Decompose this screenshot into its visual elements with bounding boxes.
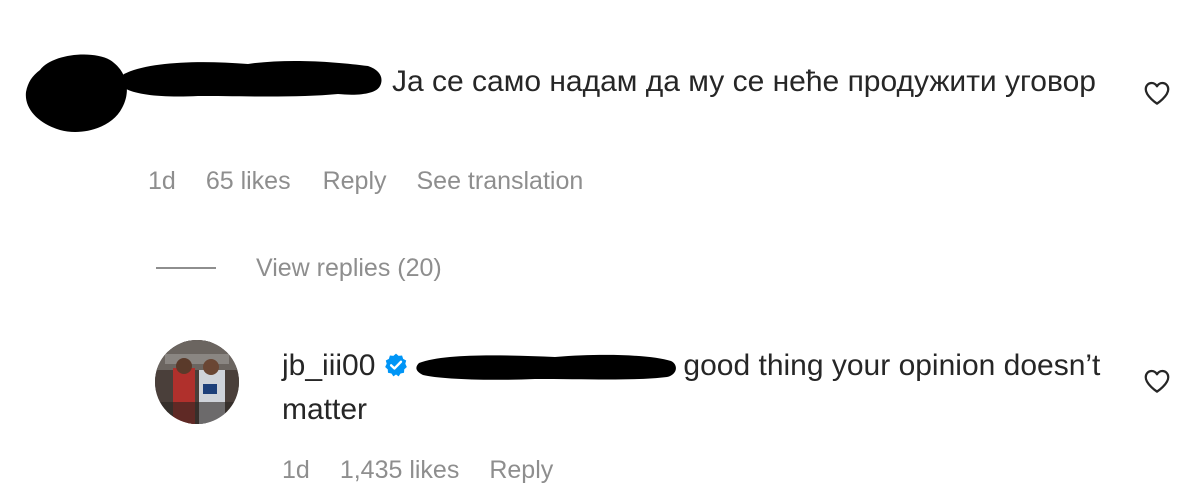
comment-text: Ја се само надам да му се неће продужити… — [392, 65, 1096, 98]
reply-button[interactable]: Reply — [489, 456, 553, 485]
avatar[interactable] — [155, 340, 239, 424]
comment-likes[interactable]: 65 likes — [206, 167, 291, 196]
comment-time: 1d — [282, 455, 310, 484]
view-replies-label: View replies (20) — [256, 253, 442, 282]
reply-comment-meta: 1d 1,435 likes Reply — [282, 452, 583, 488]
comment-likes[interactable]: 1,435 likes — [340, 456, 460, 485]
comment-time: 1d — [148, 166, 176, 195]
view-replies-button[interactable]: View replies (20) — [156, 250, 442, 286]
username-link[interactable]: jb_iii00 — [282, 349, 375, 382]
replies-divider-line — [156, 267, 216, 269]
comment-meta: 1d 65 likes Reply See translation — [148, 163, 613, 199]
like-heart-icon[interactable] — [1142, 78, 1172, 108]
like-heart-icon[interactable] — [1142, 366, 1172, 396]
reply-button[interactable]: Reply — [323, 167, 387, 196]
verified-badge-icon — [385, 353, 408, 377]
redacted-mention — [416, 354, 677, 380]
see-translation-button[interactable]: See translation — [417, 167, 584, 196]
reply-comment: jb_iii00 good thing your opinion doesn’t … — [282, 344, 1132, 432]
